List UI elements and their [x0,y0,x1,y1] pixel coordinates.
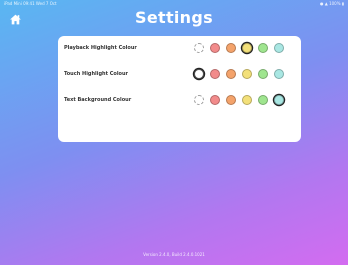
swatch-group-touch-highlight [194,62,294,86]
swatch-yellow[interactable] [242,69,252,79]
setting-row-text-background: Text Background Colour [58,88,301,112]
swatch-group-text-background [194,88,294,112]
swatch-green[interactable] [258,95,268,105]
status-bar: iPad Mini 09:41 Wed 7 Oct ● ▲ 100% ▮ [0,0,348,8]
swatch-none[interactable] [194,69,204,79]
setting-label-touch-highlight: Touch Highlight Colour [64,71,129,77]
swatch-group-playback-highlight [194,36,294,60]
status-bar-left: iPad Mini 09:41 Wed 7 Oct [4,1,57,6]
swatch-orange[interactable] [226,43,236,53]
settings-card: Playback Highlight Colour Touch Highligh… [58,36,301,142]
swatch-red[interactable] [210,43,220,53]
page-title: Settings [135,8,213,27]
setting-row-touch-highlight: Touch Highlight Colour [58,62,301,86]
footer-version: Version 2.4.0, Build 2.4.0.1021 [143,252,205,257]
swatch-green[interactable] [258,69,268,79]
swatch-teal[interactable] [274,43,284,53]
setting-label-playback-highlight: Playback Highlight Colour [64,45,137,51]
swatch-green[interactable] [258,43,268,53]
swatch-teal[interactable] [274,95,284,105]
swatch-none[interactable] [194,95,204,105]
swatch-orange[interactable] [226,95,236,105]
swatch-none[interactable] [194,43,204,53]
status-bar-right: ● ▲ 100% ▮ [319,1,344,6]
setting-row-playback-highlight: Playback Highlight Colour [58,36,301,60]
setting-label-text-background: Text Background Colour [64,97,132,103]
swatch-yellow[interactable] [242,95,252,105]
swatch-teal[interactable] [274,69,284,79]
swatch-red[interactable] [210,95,220,105]
swatch-yellow[interactable] [242,43,252,53]
swatch-red[interactable] [210,69,220,79]
swatch-orange[interactable] [226,69,236,79]
